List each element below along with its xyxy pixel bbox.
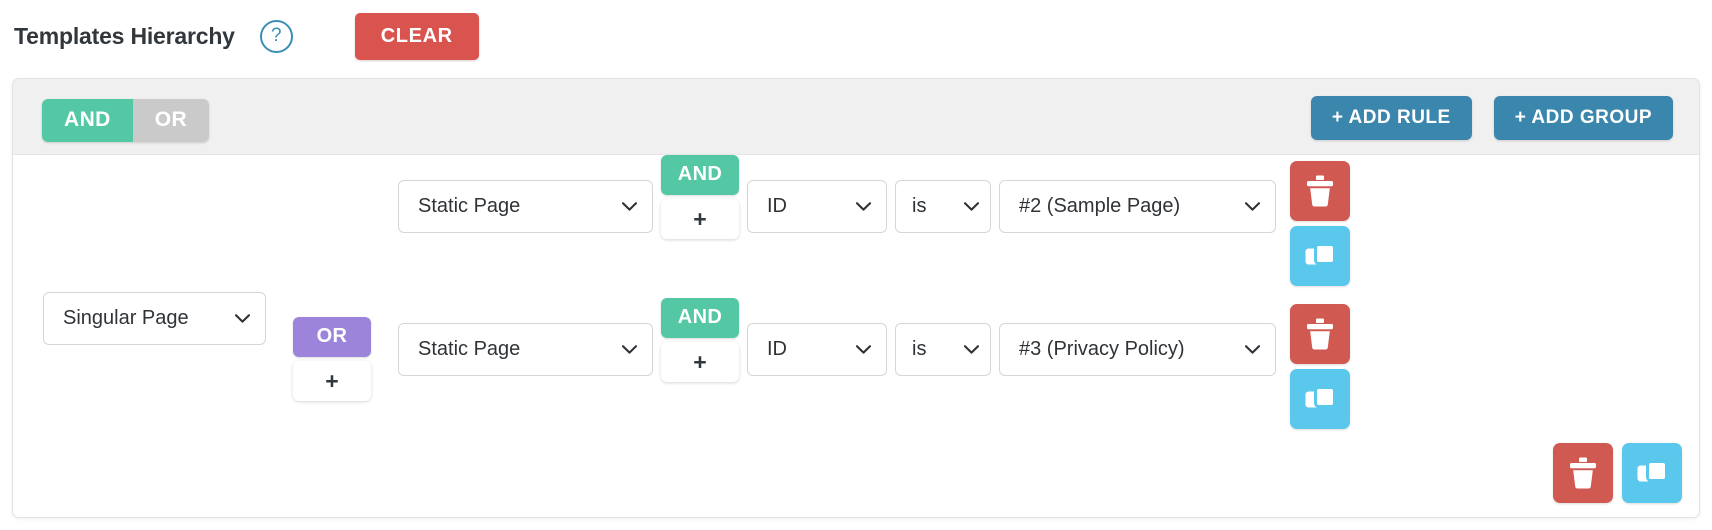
rule-conjunction-stack: AND + bbox=[661, 155, 739, 239]
page-title: Templates Hierarchy bbox=[14, 22, 235, 49]
rule-add-button[interactable]: + bbox=[661, 342, 739, 382]
rule-value-select[interactable]: #2 (Sample Page) bbox=[999, 180, 1276, 233]
chevron-down-icon bbox=[1245, 202, 1260, 211]
chevron-down-icon bbox=[1245, 345, 1260, 354]
subject-select[interactable]: Singular Page bbox=[43, 292, 266, 345]
rule-actions bbox=[1290, 304, 1350, 429]
rule-entity-select[interactable]: Static Page bbox=[398, 180, 653, 233]
rule-selects: ID is #3 (Privacy Policy) bbox=[747, 323, 1276, 376]
rule-operator-label: is bbox=[912, 338, 927, 360]
chevron-down-icon bbox=[622, 202, 637, 211]
rule-field-label: ID bbox=[767, 195, 787, 217]
conjunction-and-button[interactable]: AND bbox=[42, 99, 133, 142]
group-body: Singular Page OR + Static Page AND + ID … bbox=[13, 155, 1699, 517]
chevron-down-icon bbox=[235, 314, 250, 323]
rule-entity-select[interactable]: Static Page bbox=[398, 323, 653, 376]
group-header-actions: + ADD RULE + ADD GROUP bbox=[1310, 96, 1673, 140]
copy-icon bbox=[1305, 243, 1336, 265]
subject-conjunction-stack: OR + bbox=[293, 317, 371, 401]
rule-field-select[interactable]: ID bbox=[747, 323, 887, 376]
rule-selects: ID is #2 (Sample Page) bbox=[747, 180, 1276, 233]
copy-icon bbox=[1305, 386, 1336, 408]
rule-operator-select[interactable]: is bbox=[895, 180, 991, 233]
subject-select-label: Singular Page bbox=[63, 307, 189, 329]
chevron-down-icon bbox=[856, 345, 871, 354]
rule-actions bbox=[1290, 161, 1350, 286]
group-delete-button[interactable] bbox=[1553, 443, 1613, 503]
chevron-down-icon bbox=[964, 202, 979, 211]
rule-copy-button[interactable] bbox=[1290, 369, 1350, 429]
rule-delete-button[interactable] bbox=[1290, 304, 1350, 364]
trash-icon bbox=[1570, 457, 1596, 489]
rule-value-label: #2 (Sample Page) bbox=[1019, 195, 1181, 217]
rule-delete-button[interactable] bbox=[1290, 161, 1350, 221]
trash-icon bbox=[1307, 318, 1333, 350]
rule-entity-wrap: Static Page bbox=[398, 180, 653, 233]
conjunction-or-button[interactable]: OR bbox=[132, 99, 210, 142]
group-copy-button[interactable] bbox=[1622, 443, 1682, 503]
subject-add-button[interactable]: + bbox=[293, 361, 371, 401]
add-group-button[interactable]: + ADD GROUP bbox=[1493, 96, 1673, 140]
templates-hierarchy-screen: Templates Hierarchy ? CLEAR AND OR + ADD… bbox=[0, 0, 1712, 530]
rule-copy-button[interactable] bbox=[1290, 226, 1350, 286]
chevron-down-icon bbox=[622, 345, 637, 354]
rule-conjunction-stack: AND + bbox=[661, 298, 739, 382]
subject-conjunction-or-badge[interactable]: OR bbox=[293, 317, 371, 357]
rule-value-select[interactable]: #3 (Privacy Policy) bbox=[999, 323, 1276, 376]
group-header: AND OR + ADD RULE + ADD GROUP bbox=[13, 79, 1699, 155]
rule-operator-select[interactable]: is bbox=[895, 323, 991, 376]
rule-conjunction-and-badge[interactable]: AND bbox=[661, 298, 739, 338]
table-row: Static Page AND + ID bbox=[398, 298, 1350, 429]
question-circle-icon[interactable]: ? bbox=[259, 19, 293, 53]
chevron-down-icon bbox=[964, 345, 979, 354]
rule-field-select[interactable]: ID bbox=[747, 180, 887, 233]
rule-entity-wrap: Static Page bbox=[398, 323, 653, 376]
table-row: Static Page AND + ID bbox=[398, 155, 1350, 286]
chevron-down-icon bbox=[856, 202, 871, 211]
rule-conjunction-and-badge[interactable]: AND bbox=[661, 155, 739, 195]
copy-icon bbox=[1637, 460, 1668, 482]
rule-operator-label: is bbox=[912, 195, 927, 217]
rule-add-button[interactable]: + bbox=[661, 199, 739, 239]
query-group: AND OR + ADD RULE + ADD GROUP Singular P… bbox=[12, 78, 1700, 518]
add-rule-button[interactable]: + ADD RULE bbox=[1310, 96, 1472, 140]
rule-field-label: ID bbox=[767, 338, 787, 360]
clear-button[interactable]: CLEAR bbox=[354, 12, 479, 60]
rule-value-label: #3 (Privacy Policy) bbox=[1019, 338, 1185, 360]
page-header: Templates Hierarchy ? CLEAR bbox=[14, 8, 479, 64]
trash-icon bbox=[1307, 175, 1333, 207]
rule-entity-label: Static Page bbox=[418, 338, 521, 360]
group-conjunction-toggle[interactable]: AND OR bbox=[42, 99, 210, 142]
rule-entity-label: Static Page bbox=[418, 195, 521, 217]
group-actions bbox=[1553, 443, 1682, 503]
subject-column: Singular Page OR + bbox=[43, 292, 371, 401]
